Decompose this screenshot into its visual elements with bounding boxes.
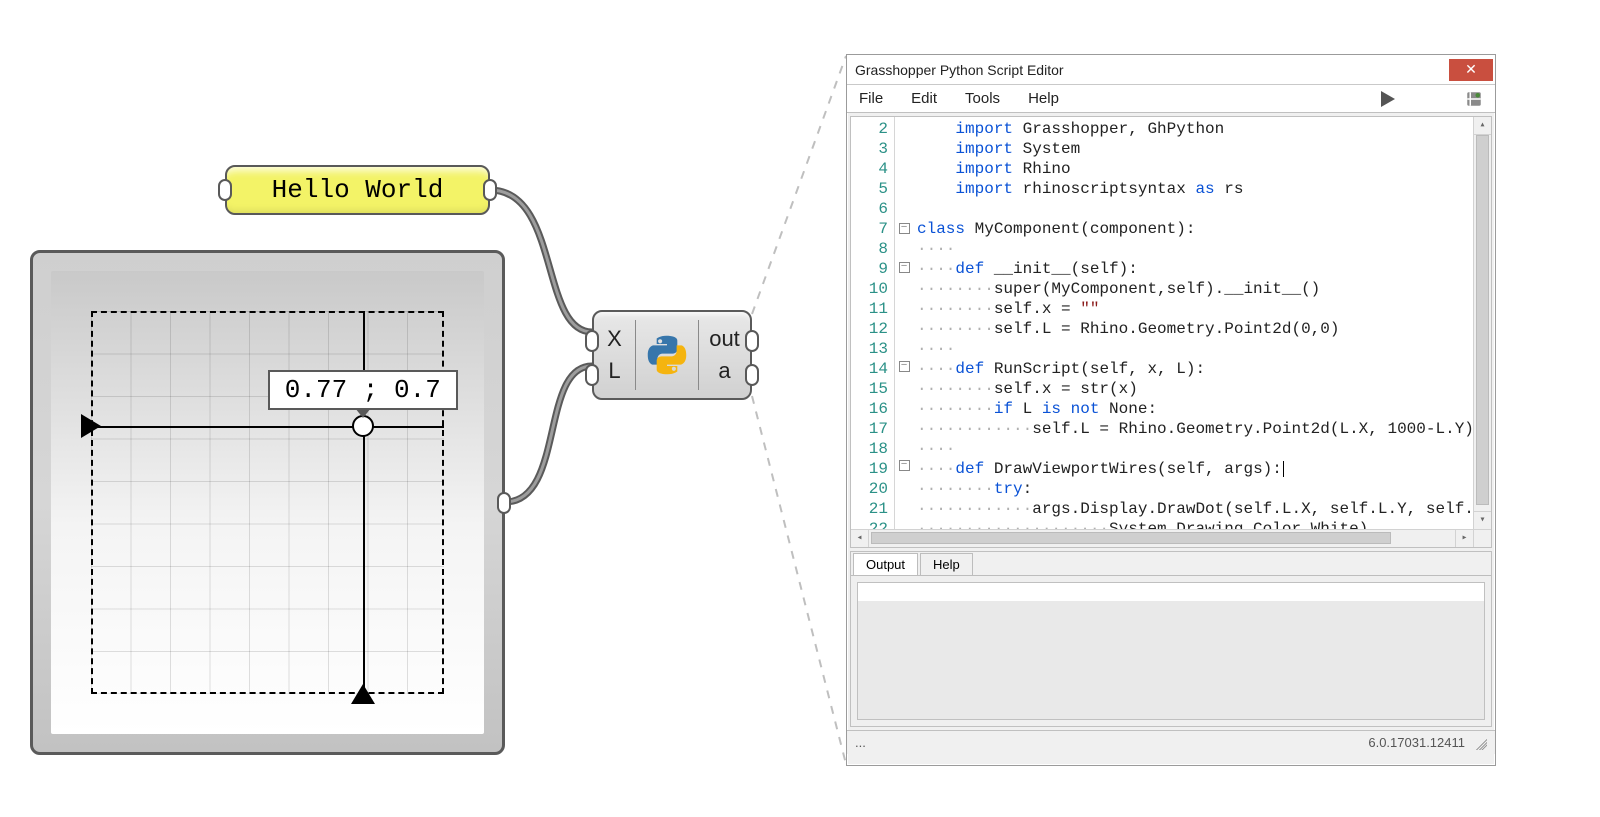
hscroll-thumb[interactable] [871,532,1391,544]
title-bar[interactable]: Grasshopper Python Script Editor ✕ [847,55,1495,85]
code-text[interactable]: import Grasshopper, GhPython import Syst… [913,117,1491,547]
slider-readout-text: 0.77 ; 0.7 [285,375,441,405]
scroll-left-icon[interactable]: ◂ [851,530,869,548]
slider-output-grip[interactable] [497,492,511,514]
tab-help[interactable]: Help [920,553,973,575]
output-grip-a[interactable] [745,364,759,386]
ghpython-component[interactable]: X L out a [592,310,752,400]
scroll-up-icon[interactable]: ▴ [1474,117,1491,135]
code-editor[interactable]: 2345678910111213141516171819202122 −−−− … [850,116,1492,548]
status-bar: ... 6.0.17031.12411 [847,730,1495,754]
output-grip-out[interactable] [745,330,759,352]
status-version: 6.0.17031.12411 [1368,735,1465,750]
input-label-l: L [608,358,620,384]
text-panel[interactable]: Hello World [225,165,490,215]
run-button[interactable] [1381,91,1395,107]
menu-tools[interactable]: Tools [965,90,1000,107]
horizontal-scrollbar[interactable]: ◂ ▸ [851,529,1491,547]
close-icon: ✕ [1465,61,1477,78]
output-textarea[interactable] [857,582,1485,720]
scroll-corner [1473,530,1491,548]
vscroll-thumb[interactable] [1476,135,1489,505]
ghpy-inputs: X L [594,320,636,390]
slider-knob[interactable] [352,415,374,437]
vertical-scrollbar[interactable]: ▴ ▾ [1473,117,1491,529]
panel-output-grip[interactable] [483,179,497,201]
test-button[interactable] [1465,90,1483,108]
slider-cross-vertical [363,311,365,694]
status-left: ... [855,735,866,750]
scroll-down-icon[interactable]: ▾ [1474,511,1491,529]
script-editor-window: Grasshopper Python Script Editor ✕ File … [846,54,1496,766]
slider-marker-bottom [351,684,375,704]
grasshopper-canvas: Hello World 0.77 ; 0.7 X L [0,0,840,817]
ghpy-icon-slot[interactable] [636,333,698,377]
resize-grip-icon[interactable] [1473,736,1487,750]
input-label-x: X [607,326,622,352]
menu-help[interactable]: Help [1028,90,1059,107]
line-number-gutter: 2345678910111213141516171819202122 [851,117,895,547]
fold-gutter[interactable]: −−−− [895,117,913,547]
output-panel: Output Help [850,551,1492,727]
output-tabs: Output Help [851,552,1491,576]
menu-bar: File Edit Tools Help [847,85,1495,113]
text-panel-content: Hello World [272,175,444,205]
menu-edit[interactable]: Edit [911,90,937,107]
md-slider-component[interactable]: 0.77 ; 0.7 [30,250,505,755]
input-grip-x[interactable] [585,330,599,352]
output-label-out: out [709,326,740,352]
slider-marker-left [81,414,101,438]
slider-surface[interactable]: 0.77 ; 0.7 [51,271,484,734]
output-label-a: a [718,358,730,384]
scroll-right-icon[interactable]: ▸ [1455,530,1473,548]
slider-bounds [91,311,444,694]
panel-input-grip[interactable] [218,179,232,201]
python-icon [645,333,689,377]
input-grip-l[interactable] [585,364,599,386]
close-button[interactable]: ✕ [1449,59,1493,81]
menu-file[interactable]: File [859,90,883,107]
slider-readout: 0.77 ; 0.7 [268,370,458,410]
slider-cross-horizontal [91,426,444,428]
tab-output[interactable]: Output [853,553,918,575]
window-title: Grasshopper Python Script Editor [855,62,1064,78]
ghpy-outputs: out a [698,320,750,390]
